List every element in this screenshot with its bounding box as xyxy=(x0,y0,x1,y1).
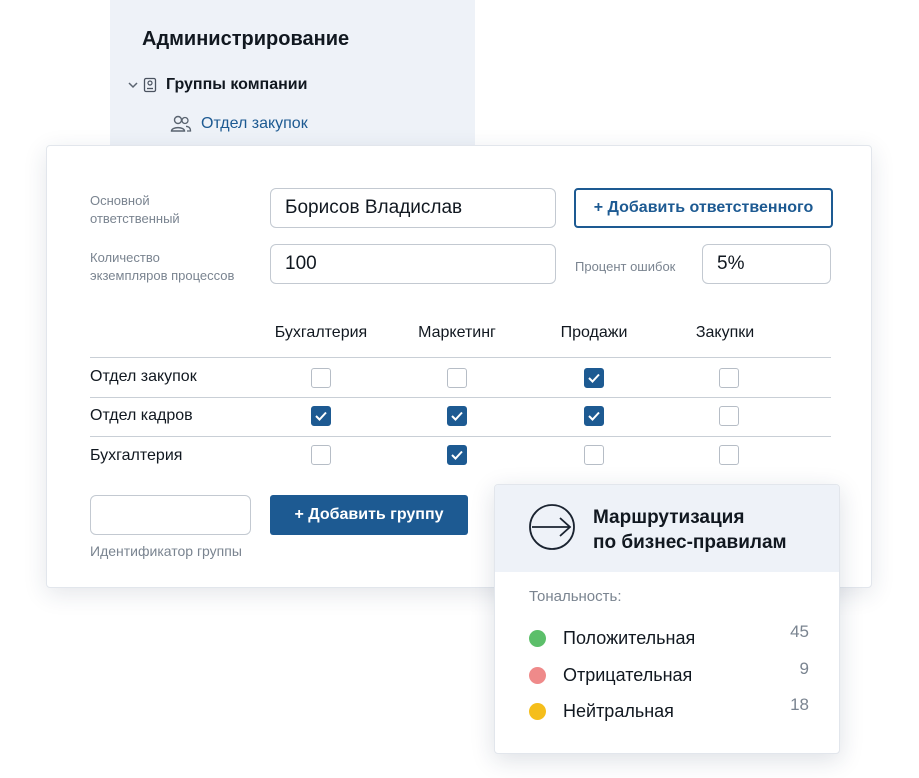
checkbox[interactable] xyxy=(311,445,331,465)
checkbox[interactable] xyxy=(719,445,739,465)
tree-item-label: Отдел закупок xyxy=(201,115,308,132)
checkbox[interactable] xyxy=(584,368,604,388)
tone-label: Тональность: xyxy=(529,588,622,605)
checkbox[interactable] xyxy=(584,406,604,426)
routing-title-line: по бизнес-правилам xyxy=(593,532,787,553)
tone-count: 9 xyxy=(799,659,809,678)
tone-item: Нейтральная 18 xyxy=(529,695,809,723)
status-dot xyxy=(529,702,546,720)
add-responsible-button[interactable]: + Добавить ответственного xyxy=(574,188,833,228)
tone-name: Нейтральная xyxy=(563,700,674,721)
admin-title: Администрирование xyxy=(142,28,350,50)
column-header: Бухгалтерия xyxy=(274,324,368,341)
status-dot xyxy=(529,666,546,684)
checkbox[interactable] xyxy=(311,368,331,388)
tone-item: Отрицательная 9 xyxy=(529,659,809,687)
group-id-label: Идентификатор группы xyxy=(90,543,242,559)
tone-name: Положительная xyxy=(563,627,696,648)
people-icon xyxy=(170,115,192,133)
arrow-circle-icon xyxy=(528,503,576,551)
routing-title-line: Маршрутизация xyxy=(593,507,745,528)
instances-input[interactable]: 100 xyxy=(270,244,556,284)
routing-card: Маршрутизация по бизнес-правилам Тональн… xyxy=(494,484,840,754)
group-id-input[interactable] xyxy=(90,495,251,535)
responsible-label: Основной ответственный xyxy=(90,193,180,226)
column-header: Маркетинг xyxy=(418,324,496,341)
checkbox[interactable] xyxy=(584,445,604,465)
tone-count: 18 xyxy=(790,695,809,714)
tree-item-company-groups[interactable]: Группы компании xyxy=(126,74,307,96)
status-dot xyxy=(529,629,546,647)
error-percent-input[interactable]: 5% xyxy=(702,244,831,284)
routing-header: Маршрутизация по бизнес-правилам xyxy=(495,485,839,572)
checkbox[interactable] xyxy=(447,368,467,388)
instances-label: Количество экземпляров процессов xyxy=(90,250,235,283)
checkbox[interactable] xyxy=(719,368,739,388)
row-label: Отдел кадров xyxy=(90,407,193,424)
routing-title: Маршрутизация по бизнес-правилам xyxy=(593,505,787,555)
row-label: Бухгалтерия xyxy=(90,447,183,464)
divider xyxy=(90,357,831,358)
divider xyxy=(90,436,831,437)
tree-item-label: Группы компании xyxy=(166,76,308,93)
column-header: Закупки xyxy=(695,324,755,341)
tone-name: Отрицательная xyxy=(563,664,693,685)
row-label: Отдел закупок xyxy=(90,368,197,385)
chevron-down-icon[interactable] xyxy=(126,78,140,92)
add-group-button[interactable]: + Добавить группу xyxy=(270,495,468,535)
checkbox[interactable] xyxy=(447,406,467,426)
divider xyxy=(90,397,831,398)
tone-item: Положительная 45 xyxy=(529,622,809,650)
checkbox[interactable] xyxy=(719,406,739,426)
document-icon xyxy=(142,77,158,93)
checkbox[interactable] xyxy=(311,406,331,426)
checkbox[interactable] xyxy=(447,445,467,465)
error-percent-label: Процент ошибок xyxy=(575,259,676,274)
admin-panel: Администрирование Группы компании Отдел … xyxy=(110,0,475,160)
tone-count: 45 xyxy=(790,622,809,641)
responsible-input[interactable]: Борисов Владислав xyxy=(270,188,556,228)
tree-item-procurement[interactable]: Отдел закупок xyxy=(170,112,308,136)
column-header: Продажи xyxy=(560,324,628,341)
